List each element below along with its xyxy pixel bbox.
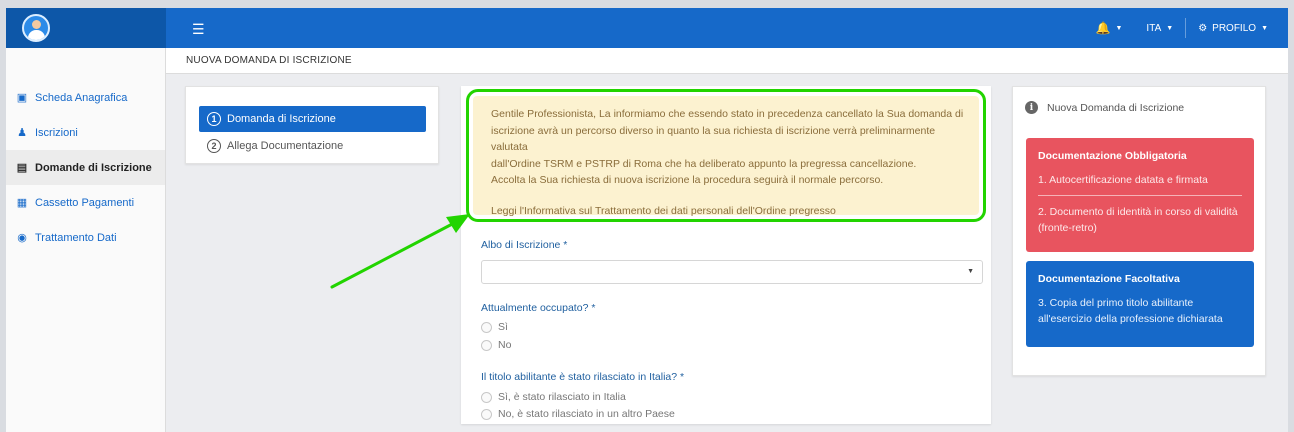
divider [1038,195,1242,196]
language-dropdown[interactable]: ITA ▼ [1134,8,1185,48]
sidebar-item-scheda-anagrafica[interactable]: ▣ Scheda Anagrafica [6,80,165,115]
step-number: 2 [207,139,221,153]
steps-card: 1 Domanda di Iscrizione 2 Allega Documen… [185,86,439,164]
info-header: i Nuova Domanda di Iscrizione [1025,101,1184,114]
caret-down-icon: ▼ [967,268,974,275]
language-label: ITA [1146,22,1162,34]
document-icon: ▦ [16,197,28,209]
form-card: Gentile Professionista, La informiamo ch… [461,86,991,424]
radio-label: Sì, è stato rilasciato in Italia [498,391,626,403]
sidebar-item-trattamento-dati[interactable]: ◉ Trattamento Dati [6,220,165,255]
page-title: NUOVA DOMANDA DI ISCRIZIONE [166,48,1288,74]
bell-icon: 🔔 [1095,21,1111,35]
titolo-radio-estero[interactable]: No, è stato rilasciato in un altro Paese [481,408,675,420]
logo-area [6,8,166,48]
sidebar-item-label: Domande di Iscrizione [35,161,152,174]
radio-circle[interactable] [481,391,492,403]
notifications-dropdown[interactable]: 🔔 ▼ [1084,8,1135,48]
sidebar-item-label: Iscrizioni [35,126,78,139]
notice-alert: Gentile Professionista, La informiamo ch… [473,96,979,217]
titolo-label: Il titolo abilitante è stato rilasciato … [481,371,685,383]
profile-icon: ⚙ [1198,22,1208,34]
hamburger-icon[interactable]: ☰ [192,21,205,38]
profile-label: PROFILO [1212,22,1257,34]
id-card-icon: ▣ [16,92,28,104]
sidebar: ▣ Scheda Anagrafica ♟ Iscrizioni ▤ Doman… [6,48,166,432]
mandatory-docs-title: Documentazione Obbligatoria [1038,150,1187,162]
sidebar-item-label: Scheda Anagrafica [35,91,128,104]
optional-doc-item: 3. Copia del primo titolo abilitante [1038,297,1194,309]
step-allega-documentazione[interactable]: 2 Allega Documentazione [199,133,426,159]
user-icon: ♟ [17,127,27,139]
albo-label: Albo di Iscrizione * [481,239,568,251]
step-label: Allega Documentazione [227,140,344,152]
radio-circle[interactable] [481,321,492,333]
eye-icon: ◉ [17,232,27,244]
mandatory-doc-item: 1. Autocertificazione datata e firmata [1038,174,1208,186]
form-icon: ▤ [16,162,28,174]
caret-down-icon: ▼ [1166,24,1174,32]
caret-down-icon: ▼ [1115,24,1123,32]
optional-docs-title: Documentazione Facoltativa [1038,273,1180,285]
radio-circle[interactable] [481,339,492,351]
notice-text: Gentile Professionista, La informiamo ch… [491,108,964,120]
occupato-radio-no[interactable]: No [481,339,511,351]
caret-down-icon: ▼ [1261,24,1268,32]
occupato-label: Attualmente occupato? * [481,302,596,314]
radio-label: No [498,339,512,351]
occupato-radio-si[interactable]: Sì [481,321,508,333]
profile-dropdown[interactable]: ⚙ PROFILO ▼ [1186,8,1280,48]
avatar[interactable] [22,14,50,42]
green-arrow-icon [330,214,470,289]
info-card: i Nuova Domanda di Iscrizione Documentaz… [1012,86,1266,376]
sidebar-item-label: Trattamento Dati [35,231,117,244]
notice-text: iscrizione avrà un percorso diverso in q… [491,124,936,154]
notice-text: dall'Ordine TSRM e PSTRP di Roma che ha … [491,157,917,170]
optional-docs-box: Documentazione Facoltativa 3. Copia del … [1026,261,1254,347]
titolo-radio-italia[interactable]: Sì, è stato rilasciato in Italia [481,391,626,403]
top-navbar: ☰ 🔔 ▼ ITA ▼ ⚙ PROFILO ▼ [6,8,1288,48]
navbar-right: 🔔 ▼ ITA ▼ ⚙ PROFILO ▼ [1084,8,1280,48]
albo-select[interactable]: ▼ [481,260,983,284]
step-domanda-di-iscrizione[interactable]: 1 Domanda di Iscrizione [199,106,426,132]
radio-circle[interactable] [481,408,492,420]
radio-label: Sì [498,321,508,333]
info-icon: i [1025,101,1038,114]
info-title: Nuova Domanda di Iscrizione [1047,101,1185,114]
radio-label: No, è stato rilasciato in un altro Paese [498,408,675,420]
mandatory-doc-item-cont: (fronte-retro) [1038,222,1097,234]
sidebar-item-domande-di-iscrizione[interactable]: ▤ Domande di Iscrizione [6,150,165,185]
optional-doc-item-cont: all'esercizio della professione dichiara… [1038,313,1223,325]
sidebar-item-iscrizioni[interactable]: ♟ Iscrizioni [6,115,165,150]
mandatory-doc-item: 2. Documento di identità in corso di val… [1038,206,1238,218]
notice-text: Accolta la Sua richiesta di nuova iscriz… [491,174,884,186]
mandatory-docs-box: Documentazione Obbligatoria 1. Autocerti… [1026,138,1254,252]
step-number: 1 [207,112,221,126]
notice-highlight: Gentile Professionista, La informiamo ch… [466,89,986,222]
sidebar-item-cassetto-pagamenti[interactable]: ▦ Cassetto Pagamenti [6,185,165,220]
step-label: Domanda di Iscrizione [227,113,336,125]
privacy-link[interactable]: Leggi l'Informativa sul Trattamento dei … [491,203,965,220]
sidebar-item-label: Cassetto Pagamenti [35,196,135,209]
